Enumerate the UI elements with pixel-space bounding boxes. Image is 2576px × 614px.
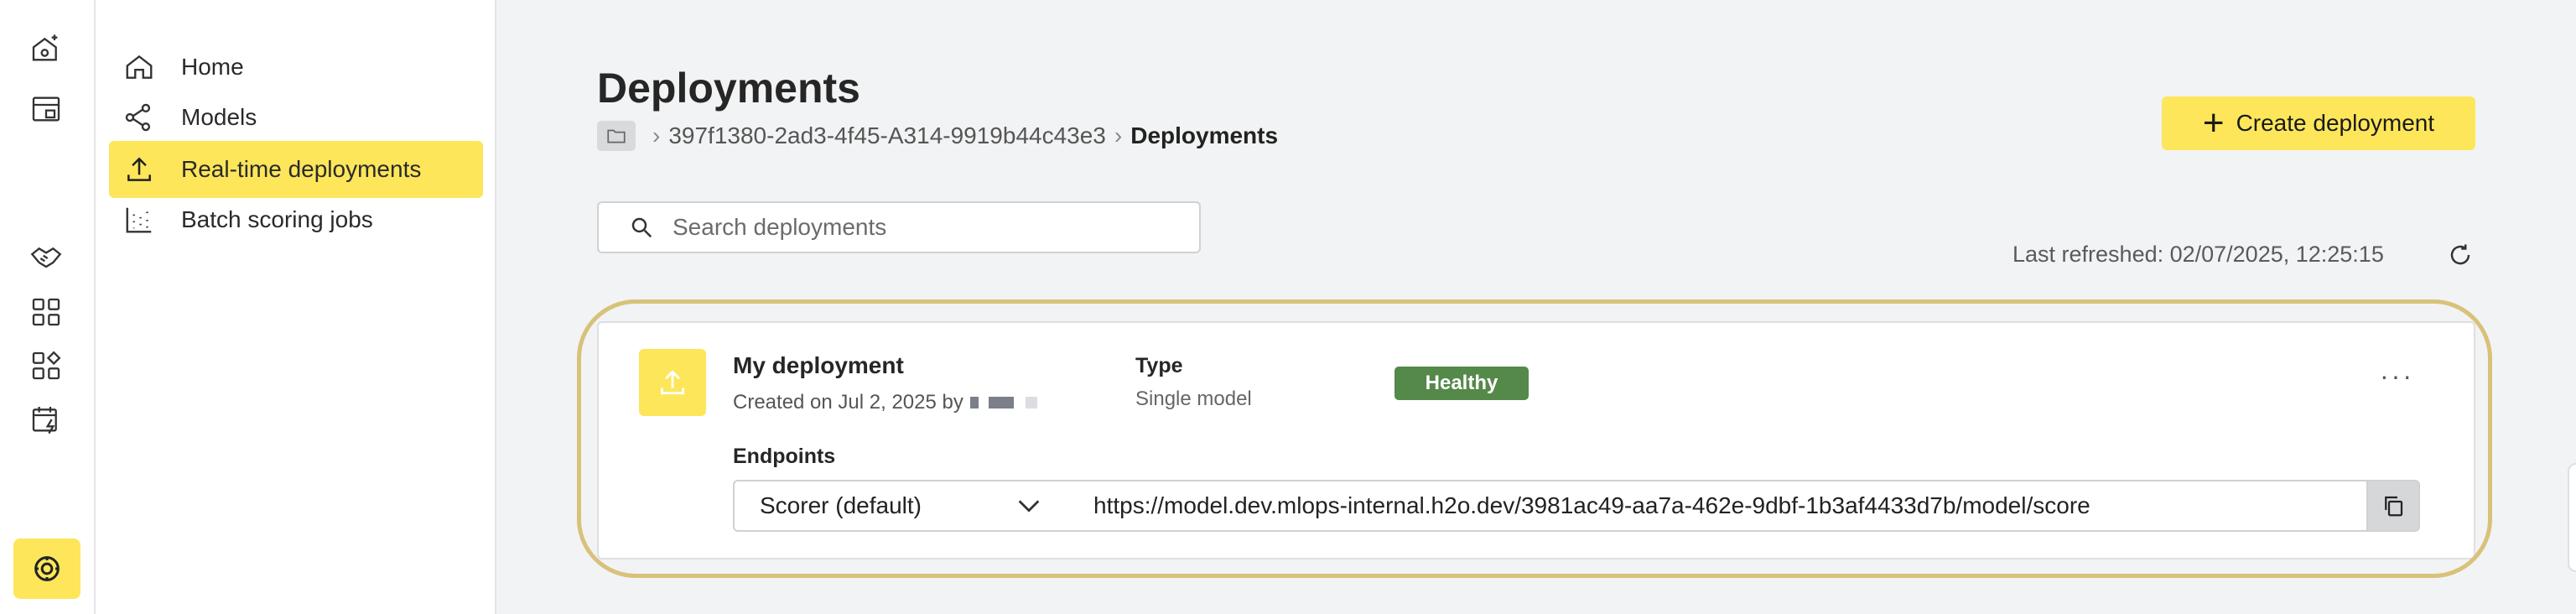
chevron-right-icon: › — [1114, 122, 1123, 148]
redacted-user — [988, 397, 1014, 408]
ai-home-icon[interactable] — [28, 30, 65, 67]
models-icon — [122, 101, 156, 134]
breadcrumb-current: Deployments — [1130, 122, 1279, 148]
endpoint-select-value: Scorer (default) — [760, 492, 922, 518]
endpoint-select[interactable]: Scorer (default) — [733, 480, 1068, 532]
nav-item-models[interactable]: Models — [109, 89, 483, 146]
create-deployment-button[interactable]: + Create deployment — [2162, 96, 2475, 150]
search-input[interactable] — [673, 214, 1176, 241]
nav-item-real-time-deployments[interactable]: Real-time deployments — [109, 141, 483, 198]
side-panel-handle[interactable] — [2568, 463, 2576, 572]
side-nav: Home Models Real-time deployments Batch … — [96, 0, 496, 614]
store-icon[interactable] — [28, 91, 65, 127]
endpoint-url: https://model.dev.mlops-internal.h2o.dev… — [1093, 492, 2090, 518]
type-value: Single model — [1135, 388, 1252, 410]
chevron-right-icon: › — [652, 122, 661, 148]
page-title: Deployments — [597, 65, 860, 112]
refresh-icon[interactable] — [2445, 240, 2475, 270]
gear-ring-icon — [34, 556, 60, 581]
search-icon — [631, 217, 652, 238]
deployment-name[interactable]: My deployment — [733, 352, 904, 379]
apps-grid-icon[interactable] — [28, 294, 65, 330]
redacted-user — [1025, 397, 1037, 408]
nav-item-batch-scoring-jobs[interactable]: Batch scoring jobs — [109, 191, 483, 248]
nav-item-label: Models — [181, 104, 257, 130]
nav-item-label: Home — [181, 54, 244, 80]
upload-icon — [122, 153, 156, 186]
chevron-down-icon — [1018, 500, 1040, 513]
status-badge: Healthy — [1394, 367, 1529, 400]
redacted-user — [969, 397, 979, 408]
last-refreshed-text: Last refreshed: 02/07/2025, 12:25:15 — [2012, 242, 2384, 267]
endpoint-url-field[interactable]: https://model.dev.mlops-internal.h2o.dev… — [1067, 480, 2368, 532]
folder-icon[interactable] — [597, 121, 636, 151]
settings-app-button[interactable] — [13, 539, 80, 599]
plus-icon: + — [2202, 102, 2225, 143]
endpoints-label: Endpoints — [733, 445, 836, 468]
breadcrumb-project[interactable]: 397f1380-2ad3-4f45-A314-9919b44c43e3 — [668, 122, 1106, 149]
more-options-icon[interactable]: ··· — [2380, 361, 2414, 392]
handshake-icon[interactable] — [28, 240, 65, 277]
icon-rail — [0, 0, 96, 614]
breadcrumb: › 397f1380-2ad3-4f45-A314-9919b44c43e3 ›… — [597, 119, 1278, 153]
calendar-bolt-icon[interactable] — [28, 401, 65, 438]
type-label: Type — [1135, 354, 1183, 377]
search-box[interactable] — [597, 201, 1201, 253]
batch-icon — [122, 203, 156, 237]
copy-icon — [2385, 496, 2403, 517]
create-deployment-label: Create deployment — [2236, 110, 2435, 136]
nav-item-label: Batch scoring jobs — [181, 206, 373, 232]
nav-item-home[interactable]: Home — [109, 39, 483, 96]
copy-url-button[interactable] — [2366, 480, 2420, 532]
nav-item-label: Real-time deployments — [181, 156, 422, 182]
deployment-created: Created on Jul 2, 2025 by — [733, 391, 1037, 414]
created-text: Created on Jul 2, 2025 by — [733, 391, 963, 414]
deployment-upload-icon — [639, 349, 706, 416]
widgets-icon[interactable] — [28, 347, 65, 384]
home-icon — [122, 50, 156, 84]
